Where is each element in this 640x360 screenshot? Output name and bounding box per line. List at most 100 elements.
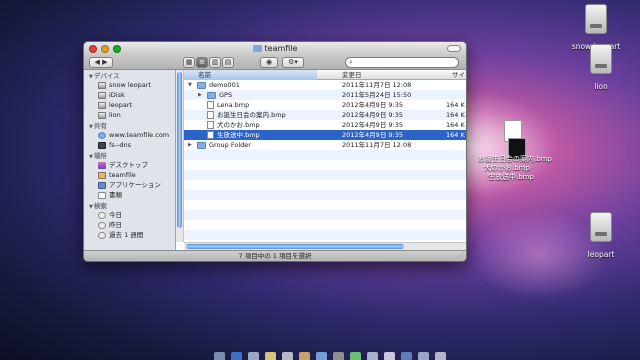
column-header: 名前 変更日 サイ xyxy=(184,70,466,80)
title-bar[interactable]: teamfile xyxy=(84,42,466,56)
sidebar: ▼デバイス snow leopart iDisk leopart lion ▼共… xyxy=(84,70,176,250)
file-date: 2012年4月9日 9:35 xyxy=(342,101,403,109)
dock-app-icon[interactable] xyxy=(333,352,344,360)
sidebar-section-devices[interactable]: ▼デバイス xyxy=(84,70,175,80)
file-date: 2012年4月9日 9:35 xyxy=(342,131,403,139)
hard-disk-icon xyxy=(590,44,612,74)
folder-icon xyxy=(252,45,262,52)
disclosure-triangle-icon[interactable]: ▼ xyxy=(188,80,194,90)
clock-icon xyxy=(98,211,106,219)
dock-app-icon[interactable] xyxy=(214,352,225,360)
empty-row xyxy=(184,170,466,180)
vertical-scrollbar[interactable] xyxy=(176,70,184,242)
search-field[interactable]: ⌕ xyxy=(345,57,459,68)
desktop-disk-leopart[interactable]: leopart xyxy=(565,212,637,261)
dock-app-icon[interactable] xyxy=(299,352,310,360)
sidebar-item-idisk[interactable]: iDisk xyxy=(84,90,175,100)
size-column-header[interactable]: サイ xyxy=(452,70,465,80)
file-name: 生放送中.bmp xyxy=(217,131,260,139)
dock xyxy=(140,352,520,360)
status-text: 7 項目中の 1 項目を選択 xyxy=(238,252,312,260)
resize-grip-icon[interactable]: ⋰ xyxy=(458,250,464,260)
sidebar-item-lion[interactable]: lion xyxy=(84,110,175,120)
empty-row xyxy=(184,160,466,170)
sidebar-section-shared[interactable]: ▼共有 xyxy=(84,120,175,130)
sidebar-section-places[interactable]: ▼場所 xyxy=(84,150,175,160)
dragged-files[interactable]: お誕生日会の案内.bmp 犬のかお.bmp 生放送中.bmp xyxy=(478,120,552,181)
file-row[interactable]: 犬のかお.bmp 2012年4月9日 9:35 164 K xyxy=(184,120,466,130)
file-date: 2011年11月7日 12:08 xyxy=(342,81,412,89)
dock-app-icon[interactable] xyxy=(265,352,276,360)
file-row[interactable]: ▶ Group Folder 2011年11月7日 12:08 xyxy=(184,140,466,150)
sidebar-item-leopart[interactable]: leopart xyxy=(84,100,175,110)
sidebar-item-documents[interactable]: 書類 xyxy=(84,190,175,200)
clock-icon xyxy=(98,221,106,229)
file-name: GPS xyxy=(219,91,233,99)
window-title: teamfile xyxy=(84,44,466,53)
sidebar-item-today[interactable]: 今日 xyxy=(84,210,175,220)
sidebar-item-home[interactable]: teamfile xyxy=(84,170,175,180)
file-icon xyxy=(207,101,214,109)
folder-icon xyxy=(197,141,206,149)
dock-app-icon[interactable] xyxy=(401,352,412,360)
dock-app-icon[interactable] xyxy=(282,352,293,360)
list-view-button[interactable]: ≡ xyxy=(196,57,208,68)
drag-label: 生放送中.bmp xyxy=(488,173,534,181)
dock-app-icon[interactable] xyxy=(384,352,395,360)
documents-icon xyxy=(98,191,106,199)
back-forward-buttons[interactable]: ◀ ▶ xyxy=(89,57,113,68)
icon-view-button[interactable]: ▦ xyxy=(183,57,195,68)
sidebar-item-past-week[interactable]: 過去 1 週間 xyxy=(84,230,175,240)
sidebar-item-applications[interactable]: アプリケーション xyxy=(84,180,175,190)
file-row[interactable]: お誕生日会の案内.bmp 2012年4月9日 9:35 164 K xyxy=(184,110,466,120)
scrollbar-thumb[interactable] xyxy=(186,244,404,249)
dock-app-icon[interactable] xyxy=(418,352,429,360)
horizontal-scrollbar[interactable] xyxy=(184,242,466,250)
date-column-header[interactable]: 変更日 xyxy=(342,70,362,80)
sidebar-item-fs-dns[interactable]: fs--dns xyxy=(84,140,175,150)
disclosure-triangle-icon[interactable]: ▶ xyxy=(198,90,204,100)
dock-app-icon[interactable] xyxy=(316,352,327,360)
dock-app-icon[interactable] xyxy=(231,352,242,360)
file-date: 2011年5月24日 15:50 xyxy=(342,91,412,99)
search-icon: ⌕ xyxy=(349,58,353,66)
sidebar-item-desktop[interactable]: デスクトップ xyxy=(84,160,175,170)
name-column-header[interactable]: 名前 xyxy=(184,70,317,80)
empty-row xyxy=(184,230,466,240)
file-date: 2011年11月7日 12:08 xyxy=(342,141,412,149)
file-icon xyxy=(207,121,214,129)
disclosure-triangle-icon[interactable]: ▶ xyxy=(188,140,194,150)
empty-row xyxy=(184,210,466,220)
desktop-disk-lion[interactable]: lion xyxy=(565,44,637,93)
empty-row xyxy=(184,220,466,230)
file-size: 164 K xyxy=(446,121,465,129)
monitor-icon xyxy=(98,141,106,149)
finder-window: teamfile ◀ ▶ ▦ ≡ ▥ ▤ ◉ ⚙▾ ⌕ ▼デバイス snow l… xyxy=(83,41,467,262)
coverflow-view-button[interactable]: ▤ xyxy=(222,57,234,68)
hard-disk-icon xyxy=(590,212,612,242)
status-bar: 7 項目中の 1 項目を選択 ⋰ xyxy=(84,250,466,261)
sidebar-item-yesterday[interactable]: 昨日 xyxy=(84,220,175,230)
hard-disk-icon xyxy=(585,4,607,34)
sidebar-item-snow-leopart[interactable]: snow leopart xyxy=(84,80,175,90)
hard-disk-icon xyxy=(98,111,106,119)
file-row[interactable]: ▶ GPS 2011年5月24日 15:50 xyxy=(184,90,466,100)
file-row[interactable]: 生放送中.bmp 2012年4月9日 9:35 164 K xyxy=(184,130,466,140)
column-view-button[interactable]: ▥ xyxy=(209,57,221,68)
clock-icon xyxy=(98,231,106,239)
dock-app-icon[interactable] xyxy=(350,352,361,360)
file-name: お誕生日会の案内.bmp xyxy=(217,111,286,119)
file-row[interactable]: ▼ demo001 2011年11月7日 12:08 xyxy=(184,80,466,90)
dock-app-icon[interactable] xyxy=(367,352,378,360)
scrollbar-thumb[interactable] xyxy=(177,72,182,228)
dock-app-icon[interactable] xyxy=(435,352,446,360)
quicklook-button[interactable]: ◉ xyxy=(260,57,278,68)
file-date: 2012年4月9日 9:35 xyxy=(342,111,403,119)
sidebar-item-teamfile-com[interactable]: www.teamfile.com xyxy=(84,130,175,140)
sidebar-section-search[interactable]: ▼検索 xyxy=(84,200,175,210)
dock-app-icon[interactable] xyxy=(248,352,259,360)
file-row[interactable]: Lena.bmp 2012年4月9日 9:35 164 K xyxy=(184,100,466,110)
action-gear-button[interactable]: ⚙▾ xyxy=(282,57,304,68)
desktop-icon-label: leopart xyxy=(587,250,615,259)
toolbar-toggle-button[interactable] xyxy=(447,45,461,52)
